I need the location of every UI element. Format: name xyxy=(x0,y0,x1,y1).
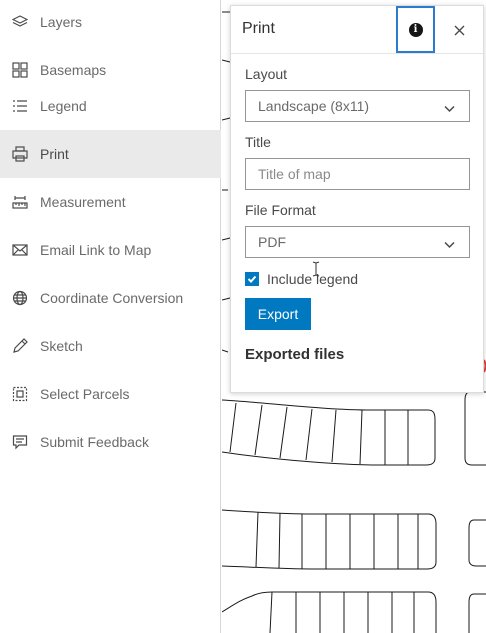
text-cursor-icon xyxy=(312,261,320,277)
select-parcels-icon xyxy=(11,385,29,403)
close-icon xyxy=(454,25,464,35)
print-panel: Print i Layout Landscape (8x11) Title Fi… xyxy=(230,5,485,393)
sidebar-item-submit-feedback[interactable]: Submit Feedback xyxy=(0,420,221,464)
feedback-icon xyxy=(11,433,29,451)
sidebar: Layers Basemaps Legend Print Measurement… xyxy=(0,0,221,633)
sidebar-item-email-link[interactable]: Email Link to Map xyxy=(0,228,221,272)
sidebar-item-select-parcels[interactable]: Select Parcels xyxy=(0,372,221,416)
envelope-icon xyxy=(11,241,29,259)
exported-files-heading: Exported files xyxy=(245,346,345,363)
measure-icon xyxy=(11,193,29,211)
include-legend-checkbox[interactable] xyxy=(245,272,259,286)
sidebar-item-label: Select Parcels xyxy=(40,386,130,402)
sidebar-item-label: Print xyxy=(40,146,69,162)
file-format-select[interactable]: PDF xyxy=(245,226,470,258)
close-button[interactable] xyxy=(449,20,469,40)
title-input[interactable] xyxy=(245,158,470,190)
printer-icon xyxy=(11,145,29,163)
pencil-icon xyxy=(11,337,29,355)
layout-label: Layout xyxy=(245,66,288,82)
sidebar-item-label: Coordinate Conversion xyxy=(40,290,184,306)
panel-title: Print xyxy=(242,20,275,37)
layout-value: Landscape (8x11) xyxy=(258,98,370,114)
sidebar-item-legend[interactable]: Legend xyxy=(0,84,221,128)
sidebar-item-layers[interactable]: Layers xyxy=(0,0,221,44)
sidebar-item-measurement[interactable]: Measurement xyxy=(0,180,221,224)
include-legend-row[interactable]: Include legend xyxy=(245,271,358,287)
sidebar-item-print[interactable]: Print xyxy=(0,130,221,178)
sidebar-item-label: Legend xyxy=(40,98,87,114)
file-format-value: PDF xyxy=(258,234,286,250)
sidebar-item-label: Email Link to Map xyxy=(40,242,152,258)
sidebar-item-sketch[interactable]: Sketch xyxy=(0,324,221,368)
legend-list-icon xyxy=(11,97,29,115)
sidebar-item-label: Sketch xyxy=(40,338,83,354)
chevron-down-icon xyxy=(444,237,455,249)
file-format-label: File Format xyxy=(245,202,316,218)
info-icon: i xyxy=(408,22,423,37)
chevron-down-icon xyxy=(444,101,455,113)
sidebar-item-label: Submit Feedback xyxy=(40,434,149,450)
title-label: Title xyxy=(245,134,271,150)
info-button[interactable]: i xyxy=(396,6,435,53)
sidebar-item-coordinate-conversion[interactable]: Coordinate Conversion xyxy=(0,276,221,320)
sidebar-item-label: Measurement xyxy=(40,194,126,210)
checkmark-icon xyxy=(247,275,257,283)
sidebar-item-label: Layers xyxy=(40,14,83,30)
export-button[interactable]: Export xyxy=(245,298,311,330)
layers-icon xyxy=(11,13,29,31)
globe-icon xyxy=(11,289,29,307)
layout-select[interactable]: Landscape (8x11) xyxy=(245,90,470,122)
sidebar-item-label: Basemaps xyxy=(40,62,107,78)
basemap-grid-icon xyxy=(11,61,29,79)
panel-header: Print i xyxy=(231,6,485,54)
